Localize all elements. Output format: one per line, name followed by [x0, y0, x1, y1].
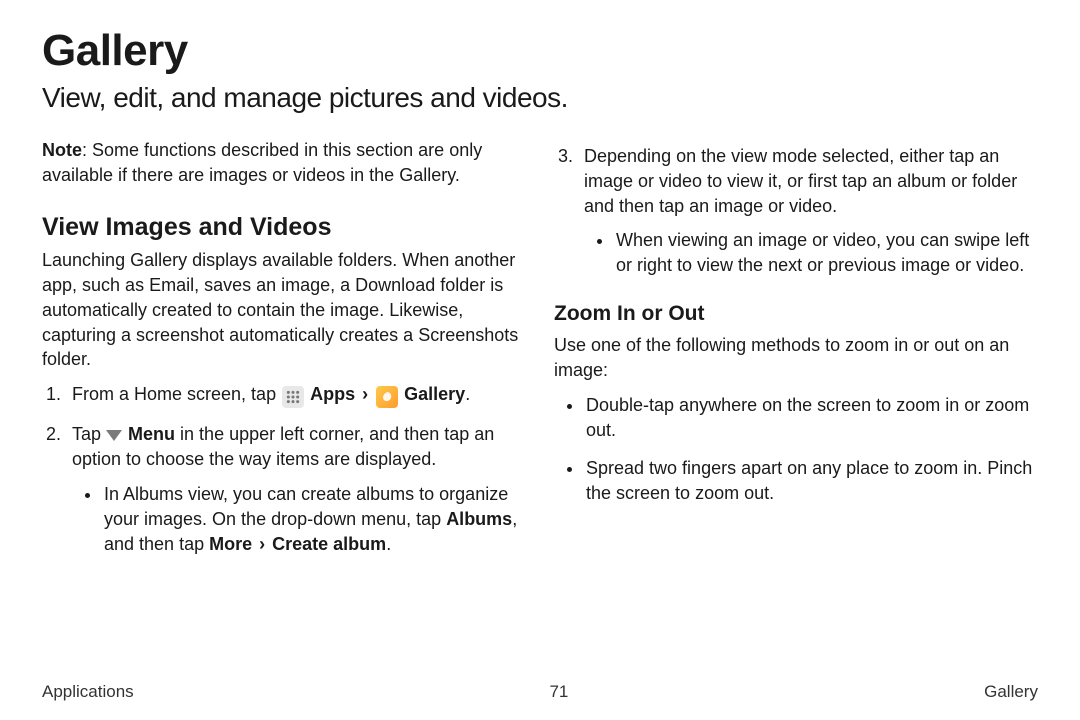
heading-view-images: View Images and Videos: [42, 210, 526, 245]
menu-label: Menu: [128, 424, 175, 444]
column-left: Note: Some functions described in this s…: [42, 134, 526, 570]
apps-icon: [282, 386, 304, 408]
heading-zoom: Zoom In or Out: [554, 300, 1038, 329]
footer-left: Applications: [42, 682, 134, 702]
step2b-suffix: .: [386, 534, 391, 554]
step-3: Depending on the view mode selected, eit…: [578, 144, 1038, 278]
chevron-right-icon: ›: [360, 384, 370, 404]
zoom-bullet-2: Spread two fingers apart on any place to…: [584, 456, 1038, 506]
albums-label: Albums: [446, 509, 512, 529]
zoom-intro: Use one of the following methods to zoom…: [554, 333, 1038, 383]
note-paragraph: Note: Some functions described in this s…: [42, 138, 526, 188]
more-label: More: [209, 534, 252, 554]
step3-text: Depending on the view mode selected, eit…: [584, 146, 1017, 216]
note-label: Note: [42, 140, 82, 160]
page-subtitle: View, edit, and manage pictures and vide…: [42, 82, 1038, 114]
page-title: Gallery: [42, 26, 1038, 76]
footer-page-number: 71: [549, 682, 568, 702]
step3-sub-bullet: When viewing an image or video, you can …: [614, 228, 1038, 278]
apps-label: Apps: [310, 384, 355, 404]
step-2: Tap Menu in the upper left corner, and t…: [66, 422, 526, 556]
zoom-bullet-1: Double-tap anywhere on the screen to zoo…: [584, 393, 1038, 443]
step2-prefix: Tap: [72, 424, 106, 444]
footer-right: Gallery: [984, 682, 1038, 702]
view-intro: Launching Gallery displays available fol…: [42, 248, 526, 372]
create-album-label: Create album: [272, 534, 386, 554]
gallery-icon: [376, 386, 398, 408]
step-1: From a Home screen, tap Apps › Gallery.: [66, 382, 526, 408]
step1-suffix: .: [465, 384, 470, 404]
note-text: : Some functions described in this secti…: [42, 140, 482, 185]
dropdown-triangle-icon: [106, 430, 122, 441]
chevron-right-icon: ›: [257, 534, 267, 554]
page-footer: Applications 71 Gallery: [42, 682, 1038, 702]
step1-prefix: From a Home screen, tap: [72, 384, 281, 404]
column-right: Depending on the view mode selected, eit…: [554, 134, 1038, 570]
gallery-label: Gallery: [404, 384, 465, 404]
step2-sub-bullet: In Albums view, you can create albums to…: [102, 482, 526, 556]
